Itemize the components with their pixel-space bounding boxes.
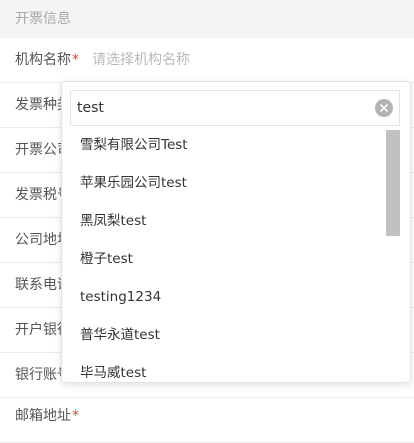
dropdown-options: 雪梨有限公司Test 苹果乐园公司test 黑凤梨test 橙子test tes…	[62, 126, 384, 382]
org-select-dropdown: test 雪梨有限公司Test 苹果乐园公司test 黑凤梨test 橙子tes…	[61, 81, 411, 383]
form-row-email[interactable]: 邮箱地址*	[0, 398, 414, 443]
required-mark: *	[72, 408, 79, 424]
dropdown-option[interactable]: 毕马威test	[62, 354, 384, 382]
dropdown-search-input[interactable]: test	[70, 90, 400, 126]
search-input-value[interactable]: test	[77, 91, 104, 125]
clear-icon[interactable]	[375, 99, 393, 117]
field-label-text: 邮箱地址	[15, 408, 71, 424]
dropdown-option[interactable]: testing1234	[62, 278, 384, 316]
close-icon	[380, 104, 388, 112]
dropdown-option[interactable]: 普华永道test	[62, 316, 384, 354]
dropdown-option[interactable]: 苹果乐园公司test	[62, 164, 384, 202]
dropdown-option[interactable]: 橙子test	[62, 240, 384, 278]
dropdown-scrollbar[interactable]	[386, 126, 400, 382]
field-label: 机构名称*	[15, 38, 79, 83]
section-title: 开票信息	[15, 11, 71, 27]
dropdown-option[interactable]: 雪梨有限公司Test	[62, 126, 384, 164]
dropdown-option[interactable]: 黑凤梨test	[62, 202, 384, 240]
org-name-select[interactable]: 请选择机构名称	[92, 38, 190, 83]
required-mark: *	[72, 52, 79, 68]
scrollbar-thumb[interactable]	[386, 130, 400, 236]
form-row-org-name[interactable]: 机构名称* 请选择机构名称	[0, 38, 414, 83]
section-header: 开票信息	[0, 0, 414, 38]
field-label-text: 机构名称	[15, 52, 71, 68]
